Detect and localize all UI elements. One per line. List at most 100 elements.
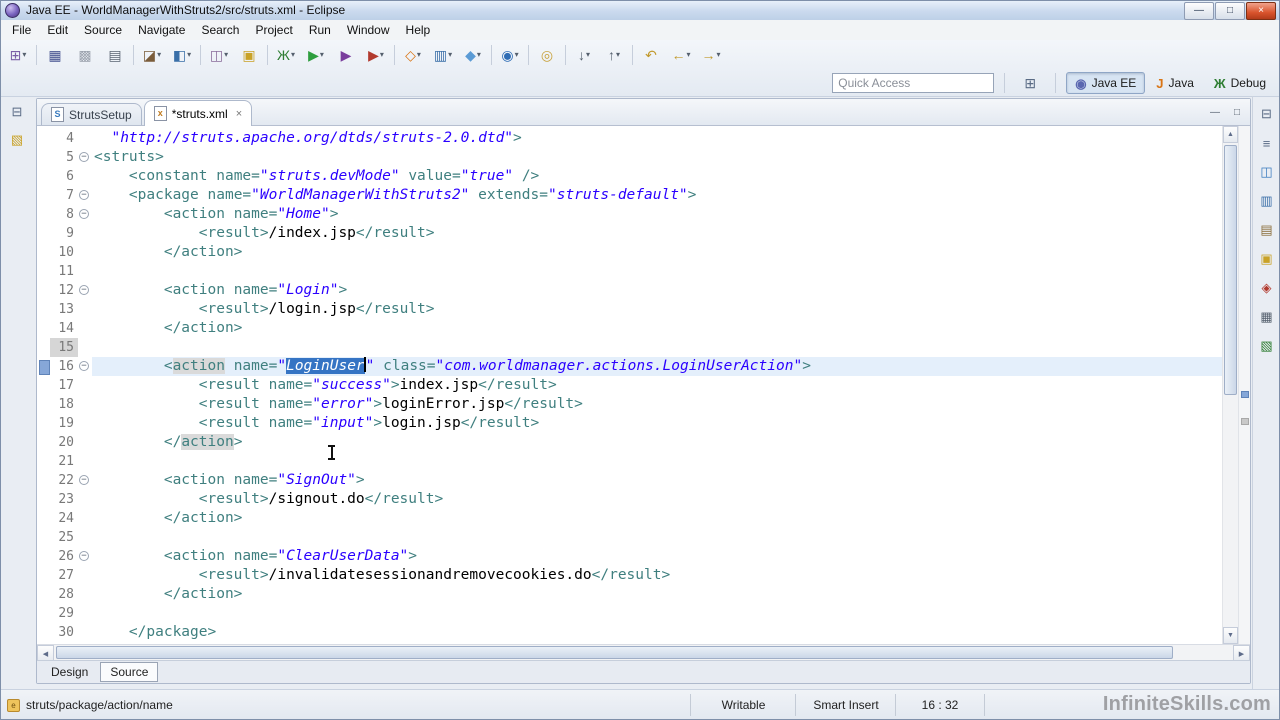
- menu-search[interactable]: Search: [193, 20, 247, 40]
- code-token[interactable]: [469, 187, 478, 203]
- code-line[interactable]: 4 "http://struts.apache.org/dtds/struts-…: [37, 129, 1222, 148]
- code-text[interactable]: <struts>: [92, 148, 1222, 167]
- next-annotation-button[interactable]: ↓ ▾: [569, 43, 599, 67]
- code-text[interactable]: </action>: [92, 319, 1222, 338]
- minimize-button[interactable]: —: [1184, 2, 1214, 20]
- code-line[interactable]: 15: [37, 338, 1222, 357]
- line-number[interactable]: 24: [50, 509, 78, 528]
- code-token[interactable]: loginError.jsp: [382, 396, 504, 412]
- code-token[interactable]: "struts-default": [548, 187, 688, 203]
- line-number[interactable]: 28: [50, 585, 78, 604]
- code-text[interactable]: </action>: [92, 509, 1222, 528]
- perspective-java[interactable]: J Java: [1147, 72, 1203, 94]
- menu-run[interactable]: Run: [301, 20, 339, 40]
- occurrence-marker[interactable]: [1241, 391, 1249, 398]
- run-button[interactable]: ▶ ▾: [301, 43, 331, 67]
- code-token[interactable]: <struts>: [94, 149, 164, 165]
- code-token[interactable]: >: [688, 187, 697, 203]
- code-token[interactable]: name=: [234, 548, 278, 564]
- code-token[interactable]: [94, 320, 164, 336]
- code-token[interactable]: name=: [269, 396, 313, 412]
- code-token[interactable]: /login.jsp: [269, 301, 356, 317]
- open-perspective-button[interactable]: ⊞: [1015, 71, 1045, 95]
- collapse-icon[interactable]: −: [79, 551, 89, 561]
- line-number[interactable]: 12: [50, 281, 78, 300]
- code-text[interactable]: <action name="ClearUserData">: [92, 547, 1222, 566]
- code-token[interactable]: <result>: [199, 301, 269, 317]
- code-token[interactable]: /index.jsp: [269, 225, 356, 241]
- code-token[interactable]: >: [408, 548, 417, 564]
- code-line[interactable]: 18 <result name="error">loginError.jsp</…: [37, 395, 1222, 414]
- code-token[interactable]: <constant: [129, 168, 208, 184]
- code-token[interactable]: name=: [208, 187, 252, 203]
- line-number[interactable]: 27: [50, 566, 78, 585]
- vertical-scroll-track[interactable]: [1223, 143, 1238, 627]
- collapse-icon[interactable]: −: [79, 285, 89, 295]
- code-text[interactable]: <result name="success">index.jsp</result…: [92, 376, 1222, 395]
- code-token[interactable]: [225, 548, 234, 564]
- overview-ruler[interactable]: [1238, 126, 1250, 644]
- code-token[interactable]: </result>: [504, 396, 583, 412]
- code-text[interactable]: "http://struts.apache.org/dtds/struts-2.…: [92, 129, 1222, 148]
- code-text[interactable]: </package>: [92, 623, 1222, 642]
- code-token[interactable]: >: [330, 206, 339, 222]
- code-line[interactable]: 20 </action>: [37, 433, 1222, 452]
- code-token[interactable]: name=: [269, 415, 313, 431]
- code-token[interactable]: "error": [312, 396, 373, 412]
- code-line[interactable]: 12− <action name="Login">: [37, 281, 1222, 300]
- code-line[interactable]: 23 <result>/signout.do</result>: [37, 490, 1222, 509]
- code-token[interactable]: action: [181, 434, 234, 450]
- code-token[interactable]: [94, 282, 164, 298]
- code-line[interactable]: 24 </action>: [37, 509, 1222, 528]
- code-line[interactable]: 16− <action name="LoginUser" class="com.…: [37, 357, 1222, 376]
- print-button[interactable]: ▤: [100, 43, 130, 67]
- code-text[interactable]: </action>: [92, 585, 1222, 604]
- menu-navigate[interactable]: Navigate: [130, 20, 193, 40]
- menu-project[interactable]: Project: [247, 20, 300, 40]
- code-token[interactable]: </action>: [164, 510, 243, 526]
- code-token[interactable]: <action: [164, 548, 225, 564]
- external-tools-button[interactable]: ▶ ▾: [361, 43, 391, 67]
- line-number[interactable]: 15: [50, 338, 78, 357]
- back-button[interactable]: ← ▾: [666, 43, 696, 67]
- code-token[interactable]: action: [172, 358, 225, 374]
- markers-view-icon[interactable]: ◈: [1256, 278, 1278, 298]
- code-token[interactable]: </result>: [478, 377, 557, 393]
- restore-project-explorer-icon[interactable]: ⊟: [6, 102, 28, 122]
- scroll-up-arrow[interactable]: ▲: [1223, 126, 1238, 143]
- perspective-java-ee[interactable]: ◉ Java EE: [1066, 72, 1146, 94]
- task-list-view-icon[interactable]: ◫: [1256, 162, 1278, 182]
- code-token[interactable]: "SignOut": [277, 472, 356, 488]
- code-token[interactable]: <package: [129, 187, 199, 203]
- code-token[interactable]: [513, 168, 522, 184]
- code-token[interactable]: LoginUser: [286, 358, 365, 374]
- code-token[interactable]: >: [373, 415, 382, 431]
- restore-right-views-icon[interactable]: ⊟: [1256, 104, 1278, 124]
- code-text[interactable]: [92, 338, 1222, 357]
- code-token[interactable]: /invalidatesessionandremovecookies.do: [269, 567, 592, 583]
- code-text[interactable]: <action name="LoginUser" class="com.worl…: [92, 357, 1222, 376]
- code-token[interactable]: </: [164, 434, 181, 450]
- line-number[interactable]: 7: [50, 186, 78, 205]
- code-token[interactable]: </result>: [461, 415, 540, 431]
- line-number[interactable]: 8: [50, 205, 78, 224]
- code-token[interactable]: [400, 168, 409, 184]
- code-text[interactable]: <action name="Home">: [92, 205, 1222, 224]
- code-token[interactable]: name=: [216, 168, 260, 184]
- vertical-scrollbar[interactable]: ▲ ▼: [1222, 126, 1238, 644]
- code-text[interactable]: <constant name="struts.devMode" value="t…: [92, 167, 1222, 186]
- code-token[interactable]: [94, 510, 164, 526]
- code-token[interactable]: </result>: [365, 491, 444, 507]
- code-token[interactable]: [94, 434, 164, 450]
- code-line[interactable]: 30 </package>: [37, 623, 1222, 642]
- line-number[interactable]: 21: [50, 452, 78, 471]
- code-token[interactable]: name=: [234, 282, 278, 298]
- code-token[interactable]: extends=: [478, 187, 548, 203]
- maximize-editor-button[interactable]: □: [1228, 104, 1246, 121]
- menu-window[interactable]: Window: [339, 20, 398, 40]
- code-line[interactable]: 17 <result name="success">index.jsp</res…: [37, 376, 1222, 395]
- code-token[interactable]: <result: [199, 396, 260, 412]
- code-token[interactable]: [94, 491, 199, 507]
- code-token[interactable]: <result>: [199, 225, 269, 241]
- code-token[interactable]: <: [164, 358, 173, 374]
